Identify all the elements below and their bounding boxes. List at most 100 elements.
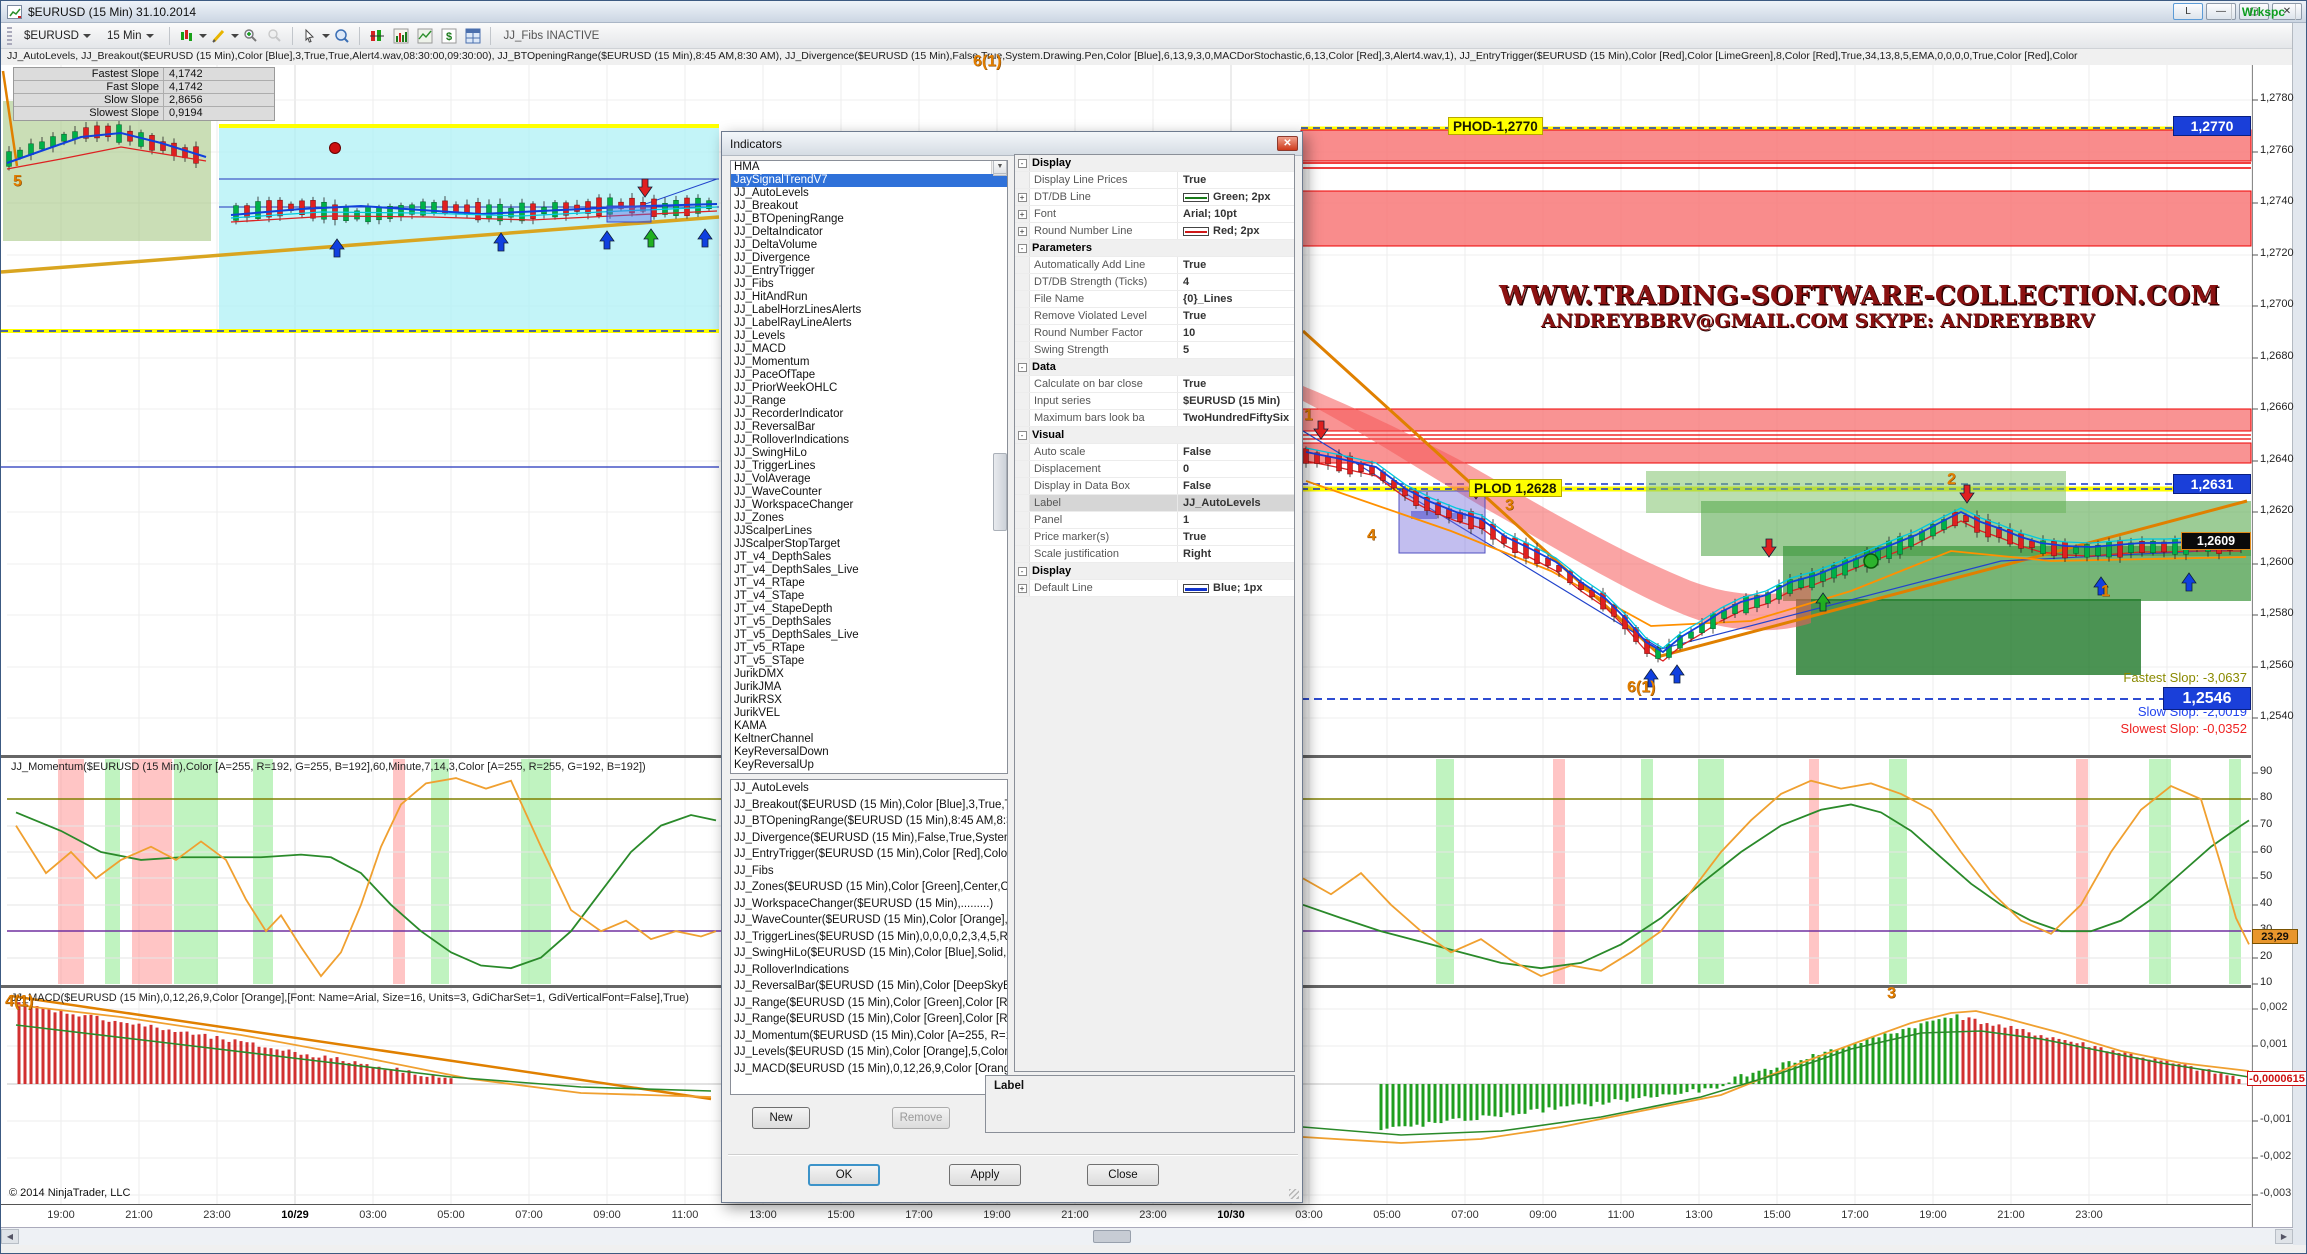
property-row[interactable]: Remove Violated LevelTrue [1015, 308, 1294, 325]
indicator-list-item[interactable]: JT_v5_STape [731, 655, 1007, 668]
scroll-thumb[interactable] [993, 453, 1007, 531]
property-row[interactable]: Maximum bars look baTwoHundredFiftySix [1015, 410, 1294, 427]
scroll-left-icon[interactable]: ◀ [1, 1229, 19, 1244]
indicator-list-item[interactable]: JT_v5_DepthSales [731, 616, 1007, 629]
chevron-down-icon[interactable] [322, 34, 330, 38]
indicator-list-item[interactable]: JJ_Fibs [731, 278, 1007, 291]
property-grid[interactable]: -DisplayDisplay Line PricesTrue+DT/DB Li… [1014, 154, 1295, 1072]
volume-icon[interactable] [390, 26, 412, 46]
configured-indicator-item[interactable]: JJ_MACD($EURUSD (15 Min),0,12,26,9,Color… [731, 1061, 1007, 1078]
property-row[interactable]: +DT/DB LineGreen; 2px [1015, 189, 1294, 206]
indicator-list-item[interactable]: JJ_BTOpeningRange [731, 213, 1007, 226]
indicator-list-item[interactable]: JJ_PaceOfTape [731, 369, 1007, 382]
draw-tool-button[interactable] [208, 26, 230, 46]
indicator-list-item[interactable]: JJ_PriorWeekOHLC [731, 382, 1007, 395]
link-button[interactable]: L [2173, 3, 2203, 20]
configured-indicator-item[interactable]: JJ_AutoLevels [731, 780, 1007, 797]
indicator-list-item[interactable]: JJScalperStopTarget [731, 538, 1007, 551]
horizontal-scrollbar[interactable]: ◀ ▶ [1, 1227, 2293, 1245]
grid-table-icon[interactable] [462, 26, 484, 46]
configured-indicator-item[interactable]: JJ_Zones($EURUSD (15 Min),Color [Green],… [731, 879, 1007, 896]
property-row[interactable]: Round Number Factor10 [1015, 325, 1294, 342]
indicator-list-item[interactable]: JJ_WorkspaceChanger [731, 499, 1007, 512]
list-scrollbar[interactable]: ▲ ▼ [991, 161, 1007, 174]
ok-button[interactable]: OK [808, 1164, 880, 1186]
dialog-title-bar[interactable]: Indicators ✕ [722, 132, 1302, 156]
indicator-list-item[interactable]: KeyReversalUp [731, 759, 1007, 772]
indicator-list-item[interactable]: JT_v5_DepthSales_Live [731, 629, 1007, 642]
property-row[interactable]: Scale justificationRight [1015, 546, 1294, 563]
property-row[interactable]: Displacement0 [1015, 461, 1294, 478]
configured-indicator-item[interactable]: JJ_ReversalBar($EURUSD (15 Min),Color [D… [731, 978, 1007, 995]
indicator-list-item[interactable]: JT_v5_RTape [731, 642, 1007, 655]
configured-indicator-item[interactable]: JJ_EntryTrigger($EURUSD (15 Min),Color [… [731, 846, 1007, 863]
indicator-list-item[interactable]: JT_v4_DepthSales_Live [731, 564, 1007, 577]
property-section[interactable]: -Display [1015, 563, 1294, 580]
indicator-list-item[interactable]: JT_v4_StapeDepth [731, 603, 1007, 616]
chevron-down-icon[interactable] [199, 34, 207, 38]
configured-indicator-item[interactable]: JJ_Range($EURUSD (15 Min),Color [Green],… [731, 1011, 1007, 1028]
scroll-down-icon[interactable]: ▼ [993, 160, 1007, 174]
property-row[interactable]: Auto scaleFalse [1015, 444, 1294, 461]
configured-indicator-item[interactable]: JJ_Momentum($EURUSD (15 Min),Color [A=25… [731, 1028, 1007, 1045]
configured-indicator-item[interactable]: JJ_BTOpeningRange($EURUSD (15 Min),8:45 … [731, 813, 1007, 830]
indicator-list-item[interactable]: JurikJMA [731, 681, 1007, 694]
indicator-list-item[interactable]: JaySignalTrendV7 [731, 174, 1007, 187]
indicator-list-item[interactable]: JJ_Momentum [731, 356, 1007, 369]
property-row[interactable]: Display Line PricesTrue [1015, 172, 1294, 189]
new-button[interactable]: New [752, 1107, 810, 1129]
dollar-icon[interactable]: $ [438, 26, 460, 46]
indicator-list-item[interactable]: HMA [731, 161, 1007, 174]
indicator-list-item[interactable]: JJ_WaveCounter [731, 486, 1007, 499]
indicator-list-item[interactable]: JJ_EntryTrigger [731, 265, 1007, 278]
hscroll-thumb[interactable] [1093, 1230, 1131, 1243]
dialog-close-icon[interactable]: ✕ [1277, 136, 1298, 151]
indicator-list-item[interactable]: JJ_HitAndRun [731, 291, 1007, 304]
toolbar-drag-handle[interactable] [7, 27, 12, 45]
chart-style-button[interactable] [176, 26, 198, 46]
configured-indicator-item[interactable]: JJ_WorkspaceChanger($EURUSD (15 Min),...… [731, 896, 1007, 913]
configured-indicator-item[interactable]: JJ_Divergence($EURUSD (15 Min),False,Tru… [731, 830, 1007, 847]
indicator-list-item[interactable]: JT_v4_STape [731, 590, 1007, 603]
configured-indicator-item[interactable]: JJ_RolloverIndications [731, 962, 1007, 979]
configured-indicator-item[interactable]: JJ_Fibs [731, 863, 1007, 880]
property-row[interactable]: +FontArial; 10pt [1015, 206, 1294, 223]
property-row[interactable]: +Default LineBlue; 1px [1015, 580, 1294, 597]
property-row[interactable]: Swing Strength5 [1015, 342, 1294, 359]
configured-indicator-item[interactable]: JJ_TriggerLines($EURUSD (15 Min),0,0,0,0… [731, 929, 1007, 946]
property-section[interactable]: -Data [1015, 359, 1294, 376]
property-row[interactable]: Price marker(s)True [1015, 529, 1294, 546]
indicator-list-item[interactable]: JurikRSX [731, 694, 1007, 707]
indicator-list-item[interactable]: JJ_RecorderIndicator [731, 408, 1007, 421]
property-section[interactable]: -Parameters [1015, 240, 1294, 257]
indicator-list-item[interactable]: KeltnerChannel [731, 733, 1007, 746]
line-chart-icon[interactable] [414, 26, 436, 46]
data-box-button[interactable] [331, 26, 353, 46]
scroll-right-icon[interactable]: ▶ [2275, 1229, 2293, 1244]
property-section[interactable]: -Display [1015, 155, 1294, 172]
property-row[interactable]: Display in Data BoxFalse [1015, 478, 1294, 495]
indicator-list-item[interactable]: JT_v4_DepthSales [731, 551, 1007, 564]
interval-select[interactable]: 15 Min [101, 28, 160, 44]
phod-label[interactable]: PHOD-1,2770 [1448, 117, 1543, 135]
apply-button[interactable]: Apply [949, 1164, 1021, 1186]
indicator-list-item[interactable]: JJ_DeltaVolume [731, 239, 1007, 252]
cursor-tool-button[interactable] [299, 26, 321, 46]
available-indicators-list[interactable]: ▲ ▼ HMAJaySignalTrendV7JJ_AutoLevelsJJ_B… [730, 160, 1008, 774]
indicator-list-item[interactable]: JT_v4_RTape [731, 577, 1007, 590]
indicator-list-item[interactable]: JJScalperLines [731, 525, 1007, 538]
property-row[interactable]: +Round Number LineRed; 2px [1015, 223, 1294, 240]
indicator-list-item[interactable]: KAMA [731, 720, 1007, 733]
configured-indicator-item[interactable]: JJ_Breakout($EURUSD (15 Min),Color [Blue… [731, 797, 1007, 814]
property-row[interactable]: LabelJJ_AutoLevels [1015, 495, 1294, 512]
configured-indicator-item[interactable]: JJ_Range($EURUSD (15 Min),Color [Green],… [731, 995, 1007, 1012]
zoom-in-icon[interactable] [240, 26, 262, 46]
indicator-list-item[interactable]: JJ_ReversalBar [731, 421, 1007, 434]
indicator-list-item[interactable]: JJ_LabelRayLineAlerts [731, 317, 1007, 330]
configured-indicators-list[interactable]: JJ_AutoLevelsJJ_Breakout($EURUSD (15 Min… [730, 779, 1008, 1095]
indicator-list-item[interactable]: JJ_Range [731, 395, 1007, 408]
configured-indicator-item[interactable]: JJ_SwingHiLo($EURUSD (15 Min),Color [Blu… [731, 945, 1007, 962]
indicator-list-item[interactable]: JJ_VolAverage [731, 473, 1007, 486]
indicator-list-item[interactable]: JJ_Breakout [731, 200, 1007, 213]
indicator-list-item[interactable]: JJ_RolloverIndications [731, 434, 1007, 447]
